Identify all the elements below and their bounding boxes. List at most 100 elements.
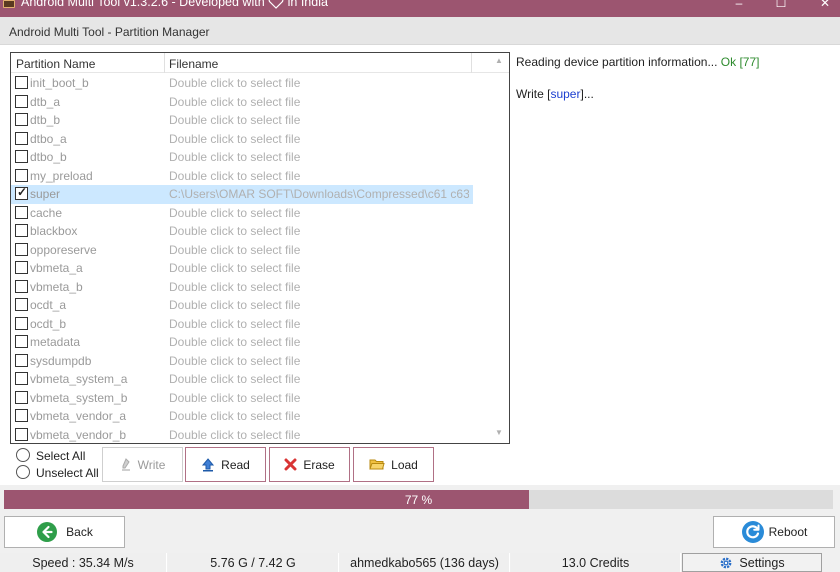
erase-label: Erase (303, 457, 335, 472)
log-ok-status: Ok [77] (720, 55, 760, 69)
maximize-button[interactable]: ☐ (772, 0, 790, 10)
load-button[interactable]: Load (353, 447, 434, 482)
table-row[interactable]: vbmeta_system_b Double click to select fi… (11, 389, 473, 408)
column-header-partition-name[interactable]: Partition Name (16, 57, 95, 71)
reboot-icon (741, 521, 764, 543)
row-checkbox[interactable] (15, 390, 28, 404)
erase-button[interactable]: Erase (269, 447, 350, 482)
column-divider (471, 53, 472, 73)
partition-filename[interactable]: Double click to select file (169, 280, 469, 294)
back-button[interactable]: Back (4, 516, 125, 548)
table-row[interactable]: ✓ super C:\Users\OMAR SOFT\Downloads\Compr… (11, 185, 473, 204)
row-checkbox[interactable] (15, 76, 28, 89)
partition-filename[interactable]: Double click to select file (169, 95, 469, 109)
row-checkbox[interactable] (15, 279, 28, 293)
partition-name: super (30, 187, 61, 201)
partition-filename[interactable]: Double click to select file (169, 243, 469, 257)
row-checkbox[interactable] (15, 168, 28, 182)
partition-name: vbmeta_system_a (30, 372, 128, 386)
table-row[interactable]: opporeserve Double click to select file (11, 241, 473, 260)
radio-circle-icon[interactable] (16, 465, 30, 479)
row-checkbox[interactable] (15, 94, 28, 108)
table-row[interactable]: vbmeta_vendor_b Double click to select fi… (11, 426, 473, 444)
partition-filename[interactable]: Double click to select file (169, 113, 469, 127)
partition-table[interactable]: Partition Name Filename ▲ init_boot_b Dou… (10, 52, 510, 444)
partition-filename[interactable]: Double click to select file (169, 335, 469, 349)
table-row[interactable]: cache Double click to select file (11, 204, 473, 223)
row-checkbox[interactable] (15, 205, 28, 219)
column-header-filename[interactable]: Filename (169, 57, 218, 71)
write-button[interactable]: Write (102, 447, 183, 482)
table-row[interactable]: vbmeta_a Double click to select file (11, 259, 473, 278)
row-checkbox[interactable] (15, 261, 28, 274)
row-checkbox[interactable] (15, 427, 28, 441)
table-row[interactable]: metadata Double click to select file (11, 333, 473, 352)
partition-filename[interactable]: Double click to select file (169, 169, 469, 183)
select-all-radio[interactable]: Select All (16, 448, 116, 463)
partition-filename[interactable]: Double click to select file (169, 298, 469, 312)
read-button[interactable]: Read (185, 447, 266, 482)
reboot-button[interactable]: Reboot (713, 516, 835, 548)
table-row[interactable]: dtbo_b Double click to select file (11, 148, 473, 167)
row-checkbox[interactable] (15, 131, 28, 145)
table-row[interactable]: dtbo_a Double click to select file (11, 130, 473, 149)
status-user: ahmedkabo565 (136 days) (340, 553, 510, 572)
partition-filename[interactable]: Double click to select file (169, 132, 469, 146)
page-subtitle: Android Multi Tool - Partition Manager (9, 25, 210, 39)
partition-filename[interactable]: Double click to select file (169, 150, 469, 164)
partition-filename[interactable]: Double click to select file (169, 224, 469, 238)
partition-name: ocdt_a (30, 298, 67, 312)
partition-filename[interactable]: Double click to select file (169, 354, 469, 368)
row-checkbox[interactable] (15, 353, 28, 367)
table-row[interactable]: my_preload Double click to select file (11, 167, 473, 186)
unselect-all-radio[interactable]: Unselect All (16, 465, 116, 480)
partition-filename[interactable]: Double click to select file (169, 317, 469, 331)
partition-filename[interactable]: Double click to select file (169, 76, 469, 90)
partition-filename[interactable]: Double click to select file (169, 391, 469, 405)
table-row[interactable]: ocdt_b Double click to select file (11, 315, 473, 334)
partition-filename[interactable]: Double click to select file (169, 428, 469, 442)
row-checkbox[interactable]: ✓ (15, 185, 28, 200)
row-checkbox[interactable] (15, 113, 28, 126)
row-checkbox[interactable] (15, 372, 28, 385)
title-bar: Android Multi Tool v1.3.2.6 - Developed … (0, 0, 840, 17)
table-row[interactable]: blackbox Double click to select file (11, 222, 473, 241)
settings-button[interactable]: Settings (682, 553, 822, 572)
table-row[interactable]: vbmeta_b Double click to select file (11, 278, 473, 297)
reboot-label: Reboot (768, 525, 808, 539)
row-checkbox[interactable] (15, 316, 28, 330)
row-checkbox[interactable] (15, 298, 28, 311)
close-button[interactable]: ✕ (816, 0, 834, 10)
status-speed: Speed : 35.34 M/s (0, 553, 167, 572)
read-arrow-up-icon (202, 457, 215, 471)
status-size: 5.76 G / 7.42 G (168, 553, 339, 572)
scroll-up-arrow-icon[interactable]: ▲ (495, 56, 503, 65)
radio-circle-icon[interactable] (16, 448, 30, 462)
table-row[interactable]: ocdt_a Double click to select file (11, 296, 473, 315)
row-checkbox[interactable] (15, 409, 28, 422)
minimize-button[interactable]: – (730, 0, 748, 10)
partition-name: vbmeta_b (30, 279, 83, 294)
table-row[interactable]: init_boot_b Double click to select file (11, 74, 473, 93)
table-row[interactable]: vbmeta_system_a Double click to select fi… (11, 370, 473, 389)
row-checkbox[interactable] (15, 335, 28, 348)
partition-name: vbmeta_system_b (30, 390, 128, 405)
partition-name: dtbo_b (30, 150, 67, 164)
partition-filename[interactable]: Double click to select file (169, 261, 469, 275)
table-header: Partition Name Filename ▲ (11, 53, 509, 73)
partition-name: vbmeta_a (30, 261, 83, 275)
table-row[interactable]: dtb_a Double click to select file (11, 93, 473, 112)
partition-filename[interactable]: Double click to select file (169, 409, 469, 423)
gear-icon (721, 557, 732, 568)
row-checkbox[interactable] (15, 150, 28, 163)
scroll-down-arrow-icon[interactable]: ▼ (495, 428, 503, 437)
partition-filename[interactable]: Double click to select file (169, 372, 469, 386)
partition-filename[interactable]: C:\Users\OMAR SOFT\Downloads\Compressed\… (169, 187, 469, 201)
row-checkbox[interactable] (15, 224, 28, 237)
status-bar: Speed : 35.34 M/s 5.76 G / 7.42 G ahmedk… (0, 553, 840, 572)
table-row[interactable]: dtb_b Double click to select file (11, 111, 473, 130)
table-row[interactable]: vbmeta_vendor_a Double click to select fi… (11, 407, 473, 426)
table-row[interactable]: sysdumpdb Double click to select file (11, 352, 473, 371)
row-checkbox[interactable] (15, 242, 28, 256)
partition-filename[interactable]: Double click to select file (169, 206, 469, 220)
